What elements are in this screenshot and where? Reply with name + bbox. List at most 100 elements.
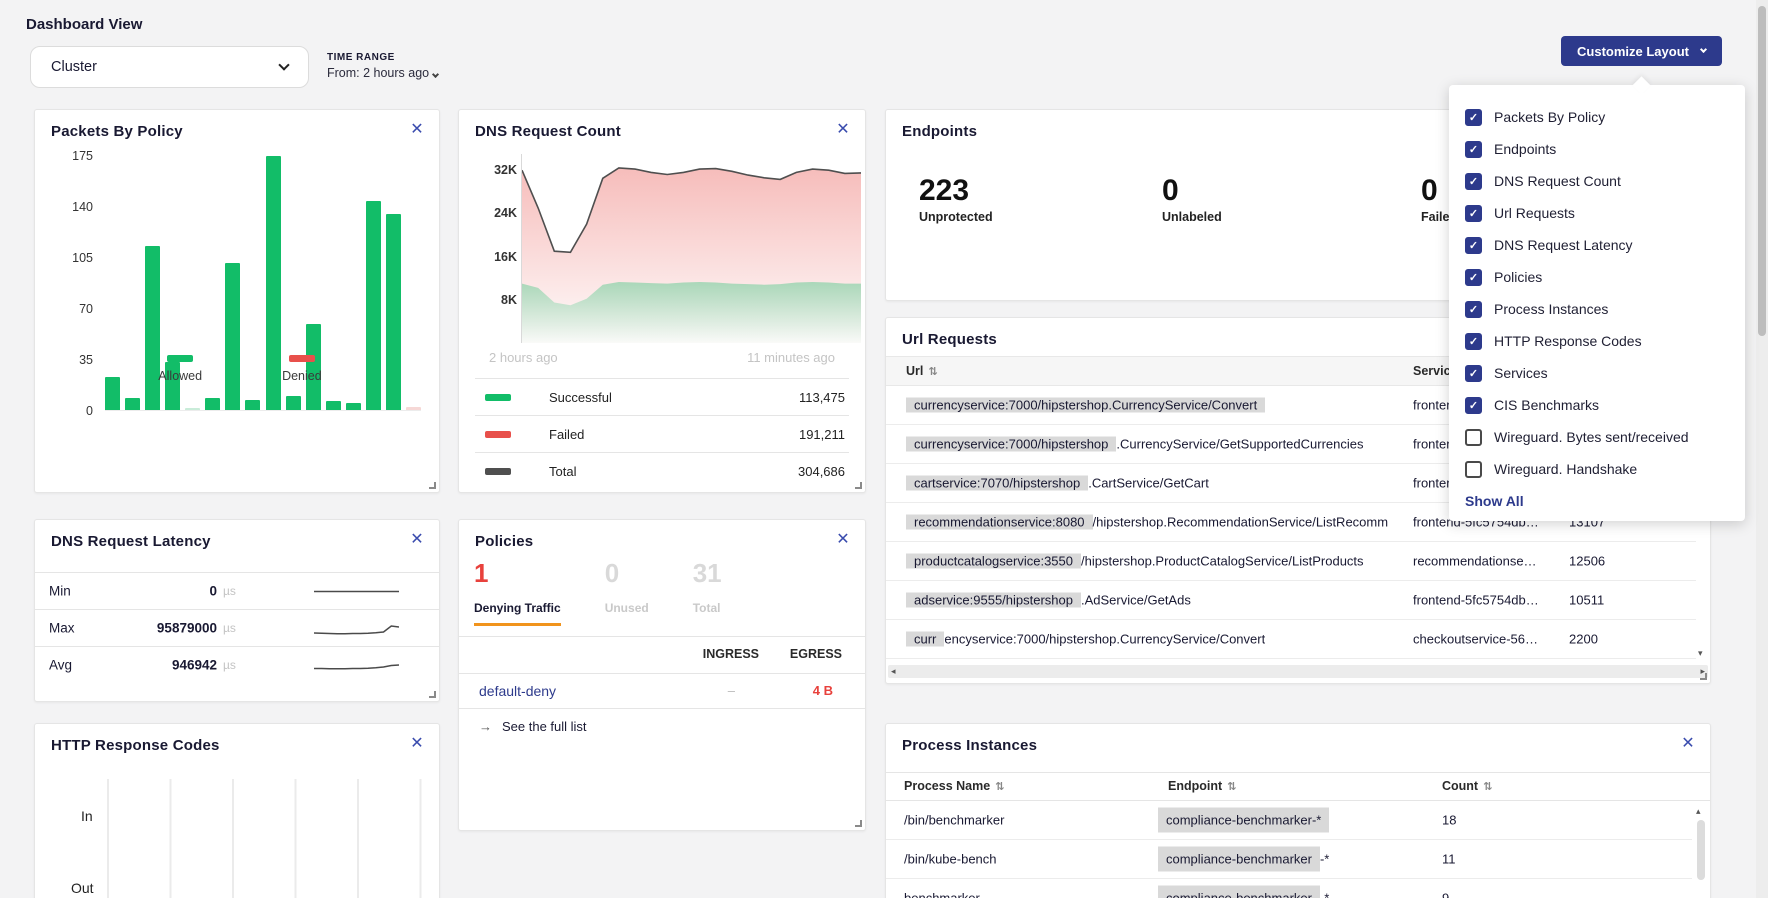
sort-icon[interactable]	[1227, 780, 1236, 793]
page-scrollbar[interactable]	[1756, 0, 1768, 898]
show-all-link[interactable]: Show All	[1465, 493, 1745, 509]
see-full-list-link[interactable]: See the full list	[479, 719, 587, 734]
service-cell: checkoutservice-56…	[1413, 632, 1538, 647]
customize-menu-item-6[interactable]: Process Instances	[1449, 293, 1745, 325]
menu-item-label: CIS Benchmarks	[1494, 397, 1599, 413]
bar-allowed	[286, 396, 301, 411]
legend-item-allowed[interactable]: Allowed	[158, 355, 202, 383]
checkbox-icon[interactable]	[1465, 429, 1482, 446]
customize-menu-items: Packets By PolicyEndpoints DNS Request Co…	[1449, 101, 1745, 485]
checkbox-icon[interactable]	[1465, 269, 1482, 286]
customize-menu-item-0[interactable]: Packets By Policy	[1449, 101, 1745, 133]
customize-menu-item-9[interactable]: CIS Benchmarks	[1449, 389, 1745, 421]
customize-menu-item-2[interactable]: DNS Request Count	[1449, 165, 1745, 197]
stat-value: 0	[605, 558, 649, 589]
card-title: HTTP Response Codes	[51, 737, 220, 754]
column-header-url[interactable]: Url	[906, 364, 938, 378]
legend-swatch	[485, 468, 511, 475]
process-name-cell: /bin/kube-bench	[904, 852, 997, 867]
url-cell: recommendationservice:8080/hipstershop.R…	[906, 515, 1388, 530]
customize-menu-item-1[interactable]: Endpoints	[1449, 133, 1745, 165]
policies-stat-total[interactable]: 31Total	[693, 558, 722, 626]
scrollbar-thumb[interactable]	[1697, 820, 1705, 880]
checkbox-icon[interactable]	[1465, 205, 1482, 222]
y-axis-tick: 140	[72, 200, 93, 214]
customize-menu-item-5[interactable]: Policies	[1449, 261, 1745, 293]
scrollbar-thumb[interactable]	[1758, 6, 1766, 336]
close-icon[interactable]	[407, 120, 427, 140]
close-icon[interactable]	[833, 120, 853, 140]
checkbox-icon[interactable]	[1465, 173, 1482, 190]
bar-allowed	[225, 263, 240, 410]
divider: See the full list	[459, 708, 865, 709]
close-icon[interactable]	[407, 530, 427, 550]
close-icon[interactable]	[407, 734, 427, 754]
resize-handle[interactable]	[855, 482, 862, 489]
process-name-cell: benchmarker	[904, 891, 980, 898]
customize-menu-item-10[interactable]: Wireguard. Bytes sent/received	[1449, 421, 1745, 453]
dns-legend-row[interactable]: Failed191,211	[475, 415, 849, 452]
checkbox-icon[interactable]	[1465, 141, 1482, 158]
column-header-endpoint[interactable]: Endpoint	[1168, 779, 1236, 793]
resize-handle[interactable]	[429, 482, 436, 489]
legend-item-denied[interactable]: Denied	[282, 355, 322, 383]
sort-icon[interactable]	[995, 780, 1004, 793]
checkbox-icon[interactable]	[1465, 461, 1482, 478]
customize-menu-item-4[interactable]: DNS Request Latency	[1449, 229, 1745, 261]
column-header-process-name[interactable]: Process Name	[904, 779, 1004, 793]
http-heatmap-grid	[107, 779, 423, 898]
http-row-label-in: In	[81, 808, 93, 824]
menu-item-label: Wireguard. Handshake	[1494, 461, 1637, 477]
time-range-value[interactable]: From: 2 hours ago	[327, 66, 438, 80]
checkbox-icon[interactable]	[1465, 237, 1482, 254]
stat-label: Unprotected	[919, 210, 993, 224]
legend-value: 304,686	[798, 464, 845, 479]
column-header-count[interactable]: Count	[1442, 779, 1492, 793]
chevron-down-icon	[278, 59, 289, 70]
url-cell: currencyservice:7000/hipstershop.Currenc…	[906, 632, 1265, 647]
policies-stat-denying-traffic[interactable]: 1Denying Traffic	[474, 558, 561, 626]
scroll-up-icon[interactable]	[1696, 806, 1701, 817]
url-rest: .AdService/GetAds	[1081, 593, 1191, 608]
customize-menu-item-3[interactable]: Url Requests	[1449, 197, 1745, 229]
vertical-scrollbar[interactable]	[1695, 806, 1707, 898]
checkbox-icon[interactable]	[1465, 109, 1482, 126]
horizontal-scrollbar[interactable]	[888, 665, 1708, 678]
y-axis-tick: 70	[79, 302, 93, 316]
resize-handle[interactable]	[855, 820, 862, 827]
latency-row: Max95879000µs	[35, 609, 439, 646]
customize-menu-item-7[interactable]: HTTP Response Codes	[1449, 325, 1745, 357]
endpoint-highlight: compliance-benchmarker	[1158, 847, 1320, 872]
customize-layout-button[interactable]: Customize Layout	[1561, 36, 1722, 66]
view-select[interactable]: Cluster	[30, 46, 309, 88]
customize-menu-item-11[interactable]: Wireguard. Handshake	[1449, 453, 1745, 485]
scroll-left-icon[interactable]	[891, 665, 896, 678]
scroll-down-icon[interactable]	[1698, 648, 1703, 659]
sort-icon[interactable]	[1483, 780, 1492, 793]
card-process-instances: Process Instances Process Name Endpoint …	[885, 723, 1711, 898]
url-rest: /hipstershop.RecommendationService/ListR…	[1093, 515, 1389, 530]
resize-handle[interactable]	[429, 691, 436, 698]
checkbox-icon[interactable]	[1465, 301, 1482, 318]
sort-icon[interactable]	[928, 365, 937, 378]
card-title: Url Requests	[902, 331, 997, 348]
policies-stat-unused[interactable]: 0Unused	[605, 558, 649, 626]
dns-legend-row[interactable]: Successful113,475	[475, 378, 849, 415]
y-axis-tick: 8K	[501, 293, 517, 307]
resize-handle[interactable]	[1700, 673, 1707, 680]
checkbox-icon[interactable]	[1465, 365, 1482, 382]
customize-menu-item-8[interactable]: Services	[1449, 357, 1745, 389]
menu-item-label: DNS Request Count	[1494, 173, 1621, 189]
close-icon[interactable]	[833, 530, 853, 550]
table-row: /bin/benchmarkercompliance-benchmarker-*…	[886, 801, 1692, 840]
url-highlight: recommendationservice:8080	[906, 515, 1093, 530]
dns-legend-row[interactable]: Total304,686	[475, 452, 849, 489]
close-icon[interactable]	[1678, 734, 1698, 754]
checkbox-icon[interactable]	[1465, 397, 1482, 414]
url-cell: cartservice:7070/hipstershop.CartService…	[906, 476, 1209, 491]
legend-label: Successful	[549, 390, 612, 405]
checkbox-icon[interactable]	[1465, 333, 1482, 350]
card-title: DNS Request Latency	[51, 533, 211, 550]
url-cell: productcatalogservice:3550/hipstershop.P…	[906, 554, 1364, 569]
policy-link[interactable]: default-deny	[479, 683, 556, 699]
